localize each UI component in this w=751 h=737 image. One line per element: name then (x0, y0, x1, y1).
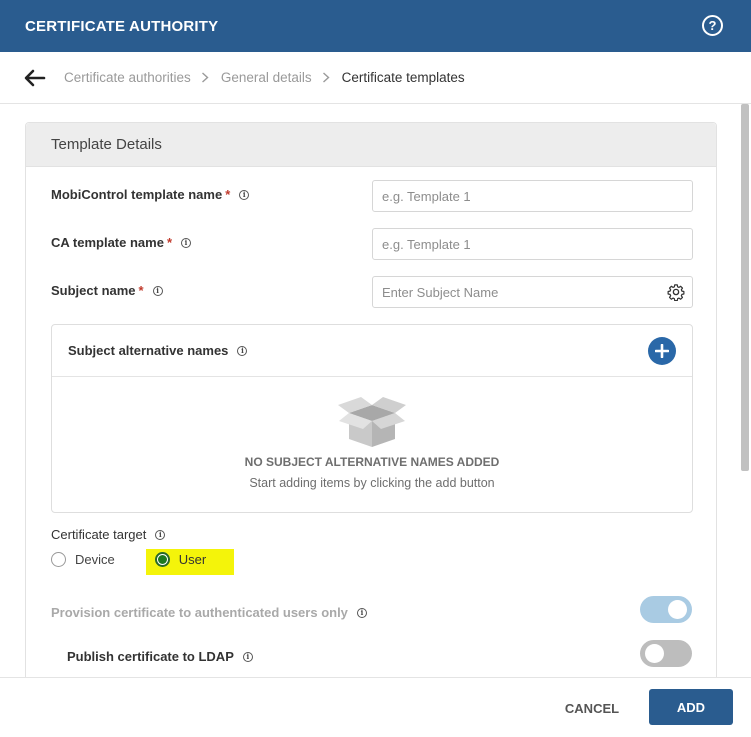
plus-icon (655, 344, 669, 358)
radio-option-user[interactable]: User (154, 552, 207, 567)
subject-name-label: Subject name (51, 283, 136, 298)
info-icon[interactable]: i (181, 237, 191, 248)
info-icon[interactable]: i (155, 529, 166, 540)
certificate-target-radio-group: Device User (51, 552, 206, 567)
breadcrumb: Certificate authorities General details … (0, 52, 751, 104)
breadcrumb-item-certificate-authorities[interactable]: Certificate authorities (64, 70, 191, 85)
dialog-content[interactable]: Template Details MobiControl template na… (0, 104, 751, 677)
publish-ldap-label: Publish certificate to LDAP (67, 649, 234, 664)
subject-name-input[interactable] (372, 276, 693, 308)
radio-device[interactable] (51, 552, 66, 567)
certificate-target-label: Certificate target (51, 527, 147, 542)
provision-label-row: Provision certificate to authenticated u… (51, 605, 367, 620)
template-name-input[interactable] (372, 180, 693, 212)
dialog-footer: CANCEL ADD (0, 677, 751, 737)
vertical-scrollbar[interactable] (741, 104, 749, 471)
radio-option-device[interactable]: Device (51, 552, 115, 567)
gear-icon[interactable] (667, 283, 685, 301)
info-icon[interactable]: i (239, 189, 250, 200)
info-icon[interactable]: i (237, 345, 248, 356)
subject-name-field (372, 276, 693, 308)
dialog-title: CERTIFICATE AUTHORITY (25, 17, 219, 35)
info-icon[interactable]: i (242, 651, 253, 662)
san-header: Subject alternative names i (52, 325, 692, 377)
ca-template-name-input[interactable] (372, 228, 693, 260)
required-marker: * (225, 187, 231, 202)
required-marker: * (166, 235, 172, 250)
san-empty-subtitle: Start adding items by clicking the add b… (249, 476, 495, 490)
provision-label: Provision certificate to authenticated u… (51, 605, 348, 620)
template-name-label-row: MobiControl template name * i (51, 187, 250, 202)
certificate-target-label-row: Certificate target i (51, 527, 166, 542)
panel-title: Template Details (26, 123, 716, 167)
template-name-label: MobiControl template name (51, 187, 223, 202)
publish-ldap-toggle[interactable] (640, 640, 692, 667)
breadcrumb-item-general-details[interactable]: General details (221, 70, 312, 85)
chevron-right-icon (322, 72, 332, 83)
info-icon[interactable]: i (356, 607, 367, 618)
cancel-button[interactable]: CANCEL (548, 691, 636, 725)
breadcrumb-item-certificate-templates: Certificate templates (341, 70, 465, 85)
arrow-left-icon[interactable] (24, 67, 46, 89)
chevron-right-icon (201, 72, 211, 83)
open-box-icon (338, 397, 406, 447)
template-details-panel: Template Details MobiControl template na… (25, 122, 717, 677)
publish-ldap-label-row: Publish certificate to LDAP i (67, 649, 253, 664)
san-empty-title: NO SUBJECT ALTERNATIVE NAMES ADDED (244, 455, 500, 469)
dialog-header: CERTIFICATE AUTHORITY ? (0, 0, 751, 52)
provision-toggle[interactable] (640, 596, 692, 623)
subject-alternative-names-section: Subject alternative names i NO SUBJECT A… (51, 324, 693, 513)
toggle-knob (668, 600, 687, 619)
help-icon[interactable]: ? (702, 15, 723, 36)
add-button[interactable]: ADD (649, 689, 733, 725)
radio-user-label: User (178, 552, 207, 567)
toggle-knob (645, 644, 664, 663)
radio-device-label: Device (75, 552, 115, 567)
add-san-button[interactable] (648, 337, 676, 365)
required-marker: * (138, 283, 144, 298)
ca-template-name-label: CA template name (51, 235, 164, 250)
ca-template-name-label-row: CA template name * i (51, 235, 191, 250)
help-glyph: ? (708, 18, 717, 33)
san-title: Subject alternative names (68, 343, 229, 358)
subject-name-label-row: Subject name * i (51, 283, 163, 298)
info-icon[interactable]: i (152, 285, 163, 296)
radio-user[interactable] (154, 552, 170, 567)
